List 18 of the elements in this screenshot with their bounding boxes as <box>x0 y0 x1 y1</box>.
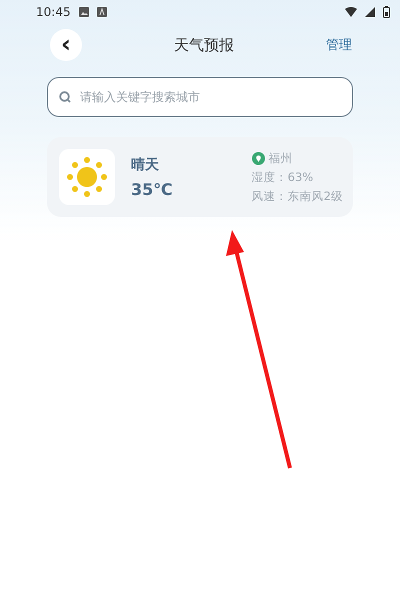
page-title: 天气预报 <box>173 36 235 54</box>
wind-text: 风速：东南风2级 <box>252 188 343 204</box>
search-icon <box>59 91 71 103</box>
signal-icon <box>365 7 375 17</box>
city-name: 福州 <box>268 150 293 166</box>
battery-icon <box>383 6 390 18</box>
weather-condition: 晴天 <box>131 156 160 174</box>
image-icon <box>78 7 89 17</box>
back-button[interactable]: ‹ <box>50 29 82 61</box>
search-field[interactable]: 请输入关键字搜索城市 <box>47 77 353 117</box>
manage-button[interactable]: 管理 <box>326 38 352 52</box>
humidity-text: 湿度：63% <box>252 170 314 184</box>
notification-icon <box>96 7 107 17</box>
location-pin-icon <box>252 152 265 164</box>
wifi-icon <box>345 7 357 17</box>
temperature: 35℃ <box>131 180 174 198</box>
status-time: 10:45 <box>36 5 71 19</box>
sun-icon <box>66 156 108 198</box>
